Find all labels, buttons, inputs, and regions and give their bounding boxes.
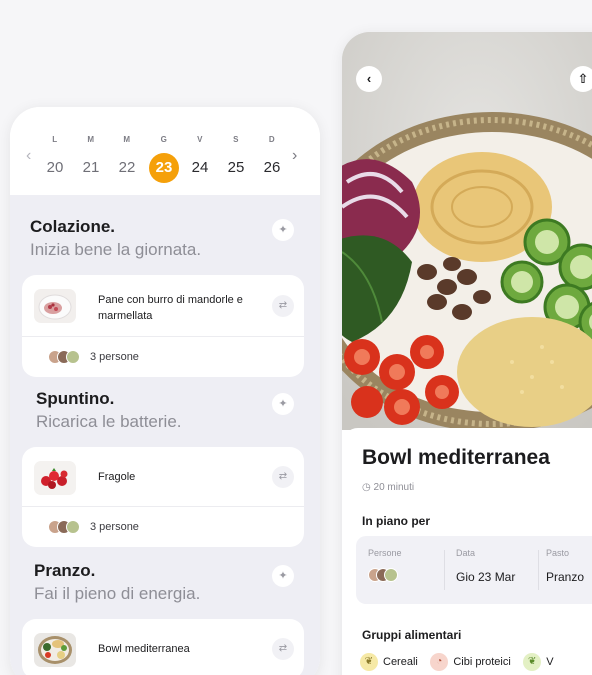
week-selector: ‹ L 20 M 21 M 22 G 23 V 24 S 25 D 26 ›: [10, 107, 320, 193]
meal-card-snack[interactable]: Fragole ⇄ 3 persone: [22, 447, 304, 547]
day-number: 26: [263, 159, 281, 176]
dish-row[interactable]: Pane con burro di mandorle e marmellata …: [22, 275, 304, 337]
meal-card-breakfast[interactable]: Pane con burro di mandorle e marmellata …: [22, 275, 304, 377]
day-number: 21: [82, 159, 100, 176]
vegetable-icon: ❦: [523, 653, 542, 672]
day-letter: S: [233, 135, 239, 144]
plan-persons-label: Persone: [368, 548, 402, 558]
share-button[interactable]: ⇧: [570, 66, 592, 92]
regenerate-meal-icon[interactable]: ✦: [272, 393, 294, 415]
day-saturday[interactable]: S 25: [221, 135, 251, 183]
day-letter: D: [268, 135, 276, 144]
day-number: 22: [118, 159, 136, 176]
plan-summary[interactable]: Persone Data Gio 23 Mar Pasto Pranzo: [356, 536, 592, 604]
people-row[interactable]: 3 persone: [22, 337, 304, 377]
food-group-label: Cibi proteici: [453, 656, 511, 668]
clock-icon: ◷: [362, 482, 371, 493]
regenerate-meal-icon[interactable]: ✦: [272, 565, 294, 587]
day-number: 24: [191, 159, 209, 176]
day-letter: G: [160, 135, 168, 144]
swap-dish-icon[interactable]: ⇄: [272, 295, 294, 317]
day-wednesday[interactable]: M 22: [112, 135, 142, 183]
day-thursday-selected[interactable]: G 23: [149, 135, 179, 183]
swap-dish-icon[interactable]: ⇄: [272, 638, 294, 660]
avatar: [66, 520, 80, 534]
day-number: 23: [149, 153, 179, 183]
next-week-arrow-icon[interactable]: ›: [292, 147, 297, 165]
meal-list: Colazione. Inizia bene la giornata. ✦ Pa…: [10, 195, 320, 675]
bowl-illustration: [342, 32, 592, 430]
recipe-time: ◷ 20 minuti: [362, 482, 414, 493]
day-number: 25: [227, 159, 245, 176]
food-group-tag[interactable]: ❦ Cereali: [360, 651, 418, 673]
plan-meal-label: Pasto: [546, 548, 570, 558]
meal-subtitle: Ricarica le batterie.: [36, 412, 182, 431]
plan-meal-value: Pranzo: [546, 570, 585, 584]
planner-screen: ‹ L 20 M 21 M 22 G 23 V 24 S 25 D 26 › C…: [10, 107, 320, 675]
food-group-tag[interactable]: ❦ V: [523, 651, 554, 673]
food-group-label: Cereali: [383, 656, 418, 668]
avatar-group: [368, 568, 402, 582]
dish-thumbnail: [34, 633, 76, 667]
people-row[interactable]: 3 persone: [22, 507, 304, 547]
prev-week-arrow-icon[interactable]: ‹: [26, 147, 31, 165]
meal-header-breakfast: Colazione. Inizia bene la giornata.: [30, 217, 201, 260]
food-group-tag[interactable]: ◔ Cibi proteici: [430, 651, 511, 673]
recipe-detail-screen: ‹ ⇧ Bowl mediterranea ◷ 20 minuti In pia…: [342, 32, 592, 675]
day-friday[interactable]: V 24: [185, 135, 215, 183]
back-button[interactable]: ‹: [356, 66, 382, 92]
avatar-group: [48, 350, 82, 364]
day-letter: V: [197, 135, 203, 144]
avatar-group: [48, 520, 82, 534]
meal-subtitle: Inizia bene la giornata.: [30, 240, 202, 259]
dish-row[interactable]: Fragole ⇄: [22, 447, 304, 507]
recipe-details: Bowl mediterranea ◷ 20 minuti In piano p…: [342, 428, 592, 675]
day-tuesday[interactable]: M 21: [76, 135, 106, 183]
meal-title: Pranzo.: [34, 561, 96, 580]
avatar: [66, 350, 80, 364]
dish-thumbnail: [34, 461, 76, 495]
day-sunday[interactable]: D 26: [257, 135, 287, 183]
meal-header-snack: Spuntino. Ricarica le batterie.: [36, 389, 182, 432]
grain-icon: ❦: [360, 653, 378, 672]
swap-dish-icon[interactable]: ⇄: [272, 466, 294, 488]
food-group-tags: ❦ Cereali ◔ Cibi proteici ❦ V: [360, 651, 592, 673]
plan-date[interactable]: Data Gio 23 Mar: [456, 548, 515, 584]
dish-row[interactable]: Bowl mediterranea ⇄: [22, 619, 304, 675]
dish-thumbnail: [34, 289, 76, 323]
meal-title: Spuntino.: [36, 389, 115, 408]
recipe-title: Bowl mediterranea: [362, 446, 550, 469]
meal-header-lunch: Pranzo. Fai il pieno di energia.: [34, 561, 200, 604]
meal-title: Colazione.: [30, 217, 116, 236]
food-group-label: V: [546, 656, 554, 668]
recipe-photo: ‹ ⇧: [342, 32, 592, 430]
regenerate-meal-icon[interactable]: ✦: [272, 219, 294, 241]
plan-divider: [444, 550, 445, 590]
plan-date-label: Data: [456, 548, 476, 558]
dish-name: Fragole: [98, 471, 136, 483]
plan-section-title: In piano per: [362, 514, 431, 528]
dish-name: Bowl mediterranea: [98, 643, 190, 655]
people-count: 3 persone: [90, 521, 139, 533]
plan-meal[interactable]: Pasto Pranzo: [546, 548, 584, 584]
day-number: 20: [46, 159, 64, 176]
day-letter: M: [87, 135, 95, 144]
recipe-time-value: 20 minuti: [373, 482, 415, 493]
day-letter: M: [123, 135, 131, 144]
avatar: [384, 568, 398, 582]
dish-name: Pane con burro di mandorle e marmellata: [98, 294, 243, 322]
day-letter: L: [52, 135, 58, 144]
food-groups-title: Gruppi alimentari: [362, 628, 462, 642]
day-monday[interactable]: L 20: [40, 135, 70, 183]
plan-divider: [538, 550, 539, 590]
plan-date-value: Gio 23 Mar: [456, 570, 516, 584]
people-count: 3 persone: [90, 351, 139, 363]
meal-subtitle: Fai il pieno di energia.: [34, 584, 201, 603]
plan-persons[interactable]: Persone: [368, 548, 402, 582]
protein-icon: ◔: [430, 653, 449, 672]
meal-card-lunch[interactable]: Bowl mediterranea ⇄: [22, 619, 304, 675]
